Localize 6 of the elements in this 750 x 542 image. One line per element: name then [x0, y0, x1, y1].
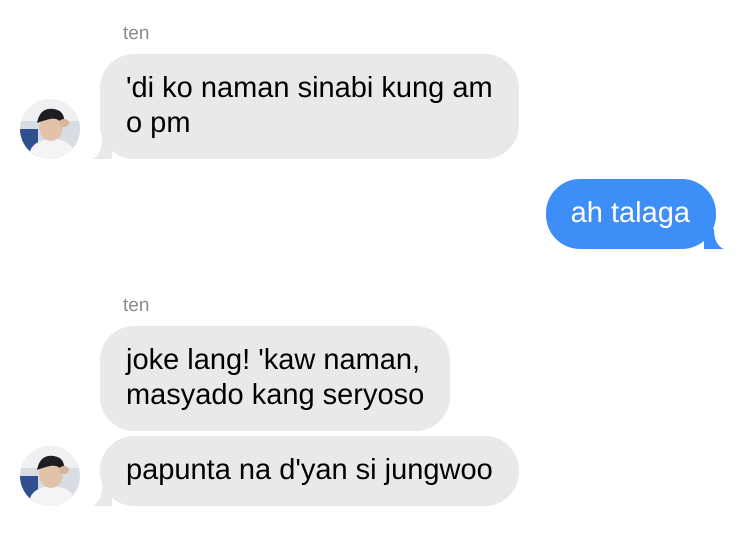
message-bubble: papunta na d'yan si jungwoo	[100, 436, 519, 506]
message-bubble: joke lang! 'kaw naman, masyado kang seryoso	[100, 326, 450, 431]
message-bubble: 'di ko naman sinabi kung am o pm	[100, 54, 519, 159]
sender-name: ten	[123, 22, 150, 46]
message-bubble: ah talaga	[546, 179, 716, 249]
sender-name: ten	[123, 294, 150, 318]
